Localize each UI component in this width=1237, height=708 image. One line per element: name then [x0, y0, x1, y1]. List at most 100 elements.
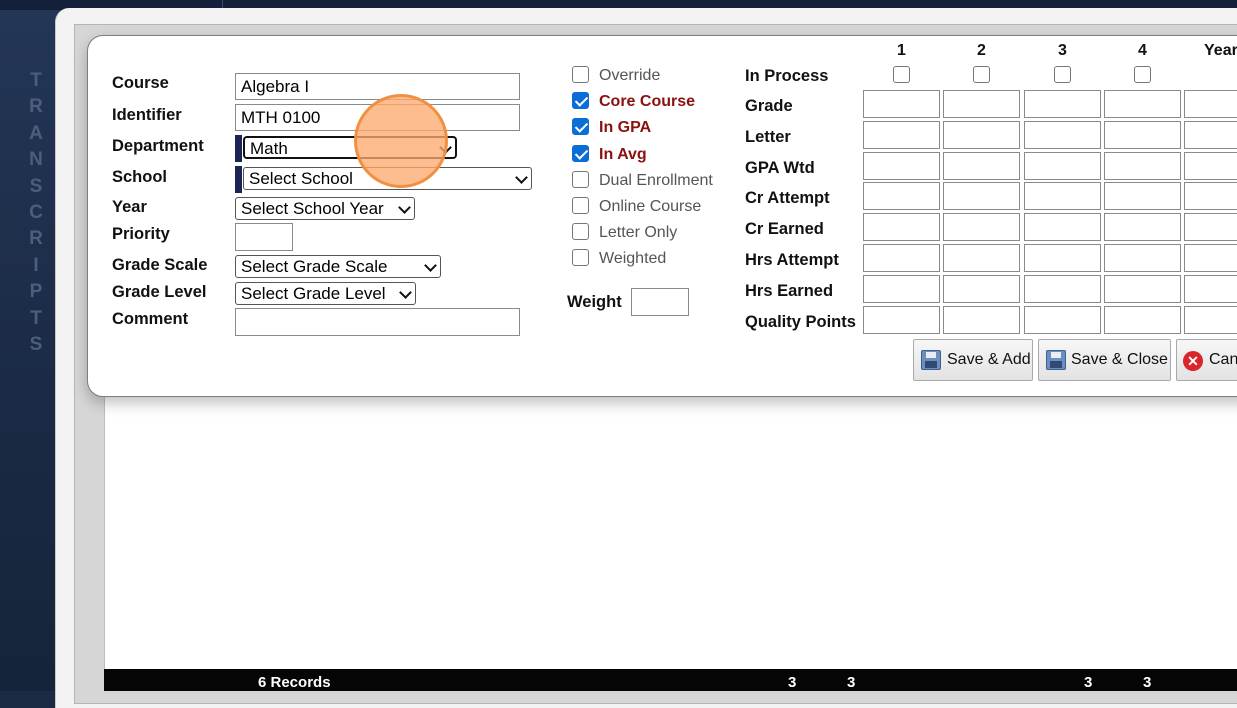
- required-marker: [235, 166, 242, 193]
- click-highlight-indicator: [354, 94, 448, 188]
- option-checkbox[interactable]: [572, 223, 589, 240]
- grade-input-cell[interactable]: [943, 213, 1020, 241]
- grade-input-cell[interactable]: [1184, 152, 1237, 180]
- identifier-label: Identifier: [112, 106, 182, 124]
- vertical-title-letter: S: [29, 334, 43, 356]
- grade-scale-selected-value: Select Grade Scale: [241, 257, 388, 276]
- transcripts-vertical-title: TRANSCRIPTS: [27, 68, 45, 358]
- grade-input-cell[interactable]: [1104, 213, 1181, 241]
- option-label: In Avg: [599, 146, 647, 163]
- grade-input-cell[interactable]: [1184, 213, 1237, 241]
- grade-input-cell[interactable]: [1024, 213, 1101, 241]
- grade-input-cell[interactable]: [1184, 275, 1237, 303]
- school-label: School: [112, 168, 168, 186]
- in-process-label: In Process: [745, 67, 829, 85]
- vertical-title-letter: T: [30, 70, 42, 91]
- chevron-down-icon: [399, 286, 412, 299]
- grid-row-label: GPA Wtd: [745, 159, 815, 177]
- grade-input-cell[interactable]: [1104, 182, 1181, 210]
- grade-input-cell[interactable]: [1184, 182, 1237, 210]
- cancel-button[interactable]: ✕ Canc: [1176, 339, 1237, 381]
- grade-input-cell[interactable]: [943, 275, 1020, 303]
- weight-field[interactable]: [631, 288, 689, 316]
- option-label: Override: [599, 67, 661, 84]
- grid-row-label: Cr Earned: [745, 220, 824, 238]
- grade-input-cell[interactable]: [1184, 244, 1237, 272]
- chevron-down-icon: [424, 259, 437, 272]
- option-checkbox[interactable]: [572, 171, 589, 188]
- option-checkbox[interactable]: [572, 118, 589, 135]
- grade-input-cell[interactable]: [943, 90, 1020, 118]
- vertical-title-letter: R: [29, 96, 43, 118]
- footer-total: 3: [788, 674, 797, 691]
- grid-row-label: Letter: [745, 128, 791, 146]
- grade-input-cell[interactable]: [1024, 90, 1101, 118]
- grade-input-cell[interactable]: [943, 182, 1020, 210]
- grade-input-cell[interactable]: [1024, 275, 1101, 303]
- grade-input-cell[interactable]: [1024, 182, 1101, 210]
- option-label: Letter Only: [599, 224, 678, 241]
- department-label: Department: [112, 137, 204, 155]
- year-label: Year: [112, 198, 147, 216]
- year-select[interactable]: Select School Year: [235, 197, 415, 220]
- grade-input-cell[interactable]: [1104, 275, 1181, 303]
- option-checkbox[interactable]: [572, 197, 589, 214]
- footer-total: 3: [1084, 674, 1093, 691]
- grade-input-cell[interactable]: [863, 244, 940, 272]
- grade-input-cell[interactable]: [1104, 152, 1181, 180]
- in-process-checkbox[interactable]: [1054, 66, 1071, 83]
- grade-input-cell[interactable]: [1104, 244, 1181, 272]
- grade-input-cell[interactable]: [863, 152, 940, 180]
- comment-field[interactable]: [235, 308, 520, 336]
- grade-input-cell[interactable]: [1184, 90, 1237, 118]
- in-process-checkbox[interactable]: [1134, 66, 1151, 83]
- option-label: Online Course: [599, 198, 702, 215]
- grade-input-cell[interactable]: [863, 306, 940, 334]
- cancel-x-icon: ✕: [1183, 351, 1203, 371]
- grade-scale-select[interactable]: Select Grade Scale: [235, 255, 441, 278]
- save-close-button[interactable]: Save & Close: [1038, 339, 1171, 381]
- grade-input-cell[interactable]: [1024, 152, 1101, 180]
- priority-field[interactable]: [235, 223, 293, 251]
- vertical-title-letter: A: [29, 122, 43, 144]
- in-process-checkbox[interactable]: [973, 66, 990, 83]
- grade-input-cell[interactable]: [1184, 306, 1237, 334]
- in-process-checkbox[interactable]: [893, 66, 910, 83]
- course-field[interactable]: Algebra I: [235, 73, 520, 100]
- grid-row-label: Hrs Earned: [745, 282, 834, 300]
- grade-input-cell[interactable]: [1024, 306, 1101, 334]
- grade-level-select[interactable]: Select Grade Level: [235, 282, 416, 305]
- option-checkbox[interactable]: [572, 92, 589, 109]
- grade-input-cell[interactable]: [863, 121, 940, 149]
- save-add-button[interactable]: Save & Add: [913, 339, 1033, 381]
- grade-input-cell[interactable]: [1024, 244, 1101, 272]
- vertical-title-letter: R: [29, 228, 43, 250]
- grade-input-cell[interactable]: [1184, 121, 1237, 149]
- weight-label: Weight: [567, 293, 622, 311]
- grade-input-cell[interactable]: [1024, 121, 1101, 149]
- vertical-title-letter: C: [29, 202, 43, 224]
- option-checkbox[interactable]: [572, 66, 589, 83]
- grid-column-header: 3: [1058, 42, 1067, 59]
- grid-column-header: 4: [1138, 42, 1147, 59]
- grade-input-cell[interactable]: [863, 90, 940, 118]
- grade-input-cell[interactable]: [1104, 90, 1181, 118]
- option-label: Core Course: [599, 93, 696, 110]
- year-selected-value: Select School Year: [241, 199, 384, 218]
- save-disk-icon: [921, 350, 941, 370]
- grid-column-header: Year: [1204, 42, 1237, 59]
- footer-total: 3: [847, 674, 856, 691]
- grade-input-cell[interactable]: [943, 244, 1020, 272]
- chevron-down-icon: [515, 171, 528, 184]
- vertical-title-letter: S: [29, 175, 43, 197]
- grade-input-cell[interactable]: [863, 275, 940, 303]
- grade-input-cell[interactable]: [1104, 306, 1181, 334]
- grade-input-cell[interactable]: [943, 306, 1020, 334]
- grade-input-cell[interactable]: [863, 213, 940, 241]
- grade-input-cell[interactable]: [1104, 121, 1181, 149]
- grade-input-cell[interactable]: [943, 152, 1020, 180]
- option-checkbox[interactable]: [572, 249, 589, 266]
- grade-input-cell[interactable]: [863, 182, 940, 210]
- option-checkbox[interactable]: [572, 145, 589, 162]
- grade-input-cell[interactable]: [943, 121, 1020, 149]
